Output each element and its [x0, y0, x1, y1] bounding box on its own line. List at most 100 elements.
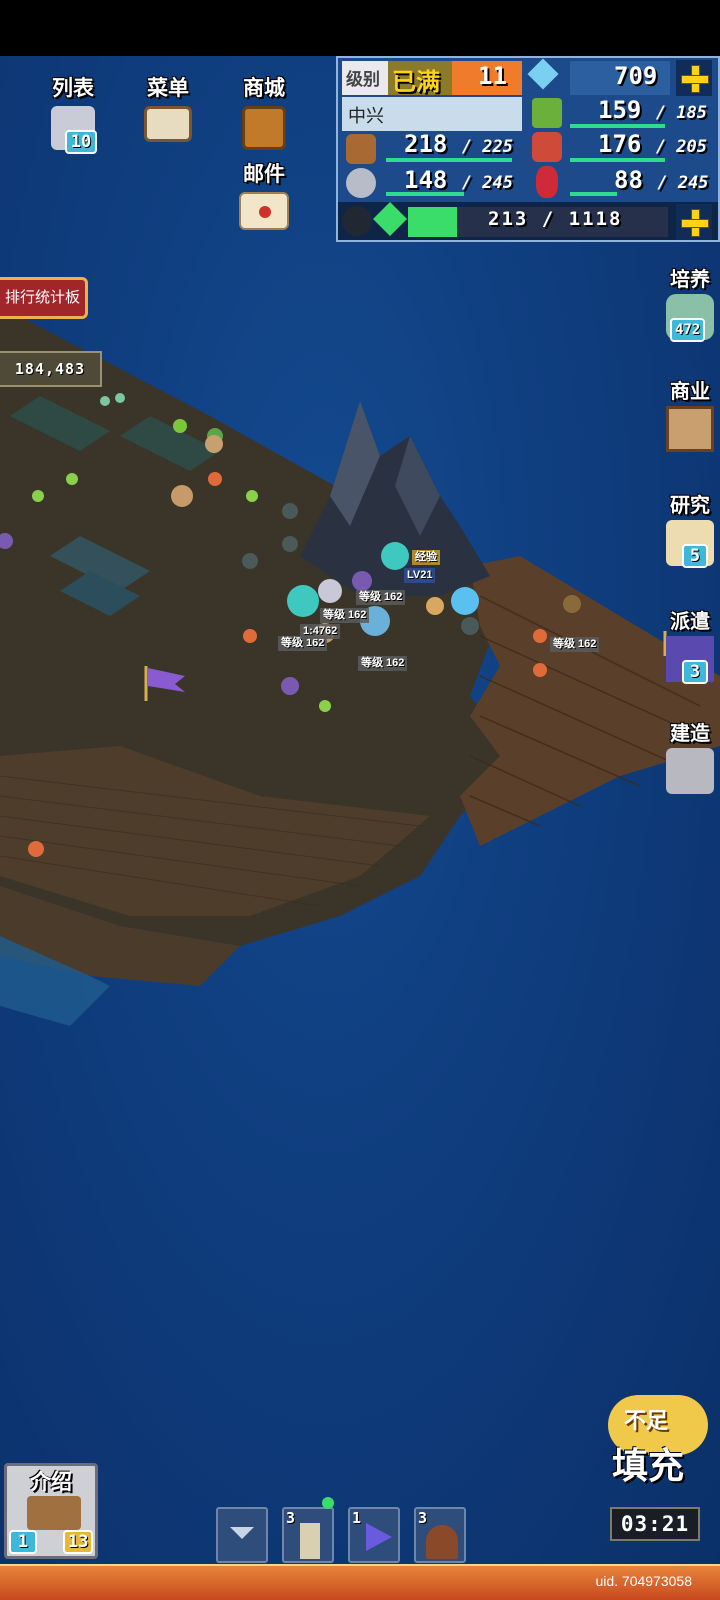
cave-slot[interactable]: 3 [414, 1507, 466, 1563]
party-level-tag: 等级 162 [356, 590, 406, 605]
tower-count: 3 [286, 1509, 296, 1527]
crystal-current: 88 [614, 166, 643, 194]
crystal-max: / 245 [657, 173, 709, 193]
chevron-down-icon [230, 1527, 254, 1539]
ranking-board-button[interactable]: 排行统计板 [0, 277, 88, 319]
envelope-icon [239, 192, 289, 230]
flag-count: 1 [352, 1509, 362, 1527]
build-label: 建造 [670, 723, 710, 745]
research-badge: 5 [682, 544, 708, 568]
score-display: 184,483 [0, 351, 102, 387]
level-value: 11 [478, 62, 507, 90]
crystal-bar [570, 192, 617, 196]
diamond-icon [527, 58, 559, 90]
train-button[interactable]: 培养 472 [660, 263, 720, 342]
treasure-chest-icon [242, 106, 286, 150]
flag-icon: 3 [666, 636, 714, 684]
meat-icon [532, 132, 562, 162]
ship-icon [27, 1496, 81, 1530]
dock [460, 556, 720, 846]
collapse-button[interactable] [216, 1507, 268, 1563]
meat-current: 176 [598, 130, 642, 158]
dispatch-button[interactable]: 派遣 3 [660, 605, 720, 684]
intro-badge-right: 13 [63, 1530, 94, 1554]
research-button[interactable]: 研究 5 [660, 489, 720, 568]
refill-label: 填充 [612, 1445, 685, 1486]
add-exp-button[interactable] [676, 204, 712, 240]
wheat-icon [532, 98, 562, 128]
intro-button[interactable]: 介绍 1 13 [4, 1463, 98, 1559]
menu-label: 菜单 [147, 77, 189, 100]
tower-slot[interactable]: 3 [282, 1497, 334, 1563]
shop-label: 商城 [243, 77, 285, 100]
wood-max: / 225 [461, 137, 513, 157]
meat-max: / 205 [655, 137, 707, 157]
signboard-icon [144, 106, 192, 142]
shop-button[interactable]: 商城 [229, 72, 299, 150]
enemy-exp-tag: 经验 [412, 550, 440, 565]
research-label: 研究 [670, 495, 710, 517]
wood-current: 218 [404, 130, 448, 158]
train-badge: 472 [670, 318, 706, 342]
user-id: uid. 704973058 [595, 1573, 692, 1589]
flag-slot[interactable]: 1 [348, 1507, 400, 1563]
cave-count: 3 [418, 1509, 428, 1527]
town-name: 中兴 [348, 106, 384, 126]
refill-top-text: 不足 [624, 1408, 669, 1433]
list-label: 列表 [52, 77, 94, 100]
wood-bar [386, 158, 512, 162]
mail-label: 邮件 [243, 163, 285, 186]
gems-value: 709 [614, 62, 658, 90]
house-icon [666, 406, 714, 452]
tower-icon [300, 1523, 320, 1559]
ore-bar [386, 192, 464, 196]
cave-icon [426, 1525, 458, 1559]
purple-flag-icon [366, 1523, 392, 1551]
ore-current: 148 [404, 166, 448, 194]
food-value: 159 / 185 [598, 96, 707, 124]
wood-icon [346, 134, 376, 164]
train-label: 培养 [670, 269, 710, 291]
refill-button[interactable]: 不足 填充 03:21 [600, 1395, 718, 1553]
train-icon: 472 [666, 294, 714, 342]
level-status: 已满 [392, 69, 440, 96]
knight-icon: 10 [51, 106, 97, 154]
business-button[interactable]: 商业 [660, 375, 720, 452]
intro-label: 介绍 [30, 1471, 72, 1494]
business-label: 商业 [670, 381, 710, 403]
list-badge: 10 [65, 130, 97, 154]
game-map[interactable] [0, 56, 720, 1564]
menu-button[interactable]: 菜单 [133, 72, 203, 142]
ore-value: 148 / 245 [404, 166, 513, 194]
dispatch-label: 派遣 [670, 611, 710, 633]
scroll-icon: 5 [666, 520, 714, 568]
enemy-level-tag: LV21 [404, 568, 436, 583]
party-level-tag: 等级 162 [358, 656, 408, 671]
party-level-tag: 等级 162 [550, 637, 600, 652]
meat-value: 176 / 205 [598, 130, 707, 158]
ore-max: / 245 [461, 173, 513, 193]
list-button[interactable]: 列表 10 [38, 72, 108, 154]
avatar-placeholder-icon [342, 206, 372, 236]
intro-badge-left: 1 [9, 1530, 37, 1554]
level-label: 级别 [346, 70, 380, 89]
food-bar [570, 124, 665, 128]
notification-dot [322, 1497, 334, 1509]
exp-bar-fill [408, 207, 457, 237]
mail-button[interactable]: 邮件 [229, 158, 299, 230]
resource-panel: 级别 已满 11 709 中兴 159 / 185 218 / 225 176 … [336, 56, 720, 242]
crystal-value: 88 / 245 [614, 166, 709, 194]
dispatch-badge: 3 [682, 660, 708, 684]
ore-icon [346, 168, 376, 198]
food-current: 159 [598, 96, 642, 124]
add-gems-button[interactable] [676, 60, 712, 96]
crystal-icon [536, 166, 558, 198]
wood-value: 218 / 225 [404, 130, 513, 158]
exp-text: 213 / 1118 [488, 208, 623, 230]
meat-bar [570, 158, 665, 162]
combat-power-tag: 1:4762 [300, 624, 341, 639]
food-max: / 185 [655, 103, 707, 123]
build-button[interactable]: 建造 [660, 717, 720, 794]
hammer-icon [666, 748, 714, 794]
status-bar [0, 0, 720, 56]
